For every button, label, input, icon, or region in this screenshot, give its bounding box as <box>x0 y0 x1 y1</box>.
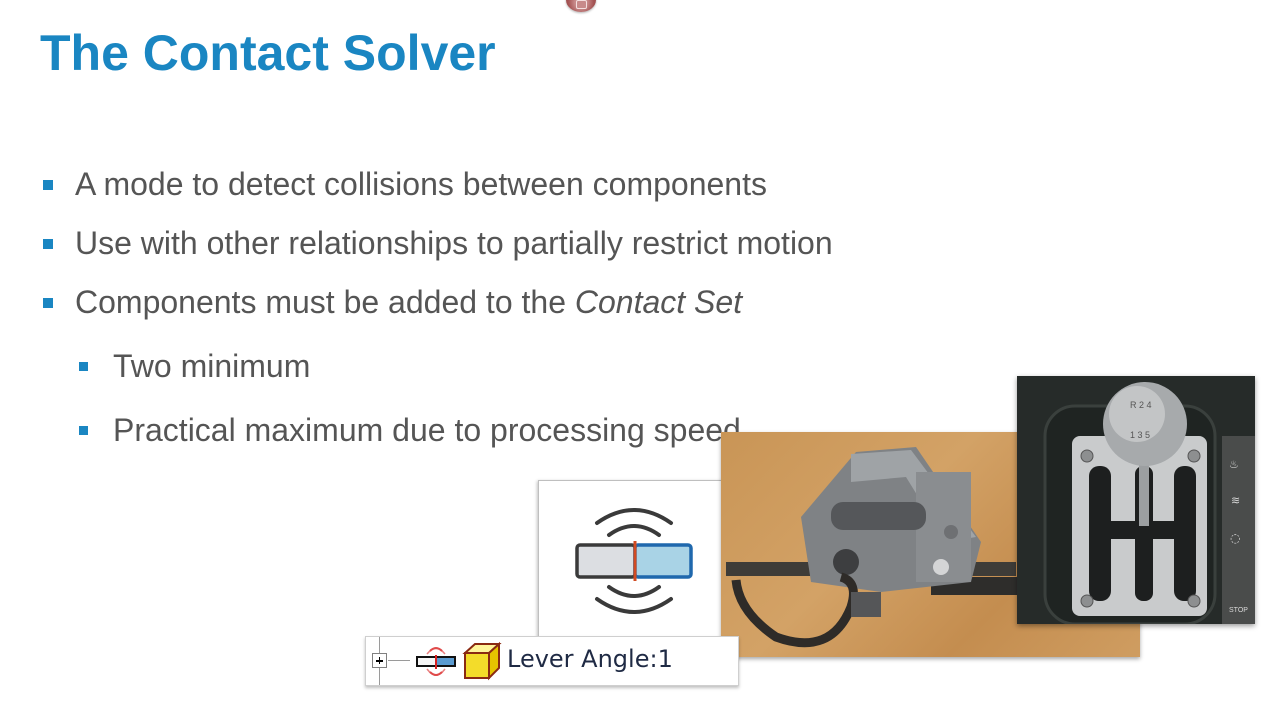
svg-text:◌: ◌ <box>1230 531 1240 545</box>
plus-expander-icon[interactable] <box>372 653 387 668</box>
svg-text:1 3 5: 1 3 5 <box>1130 430 1150 440</box>
sub-bullet-item: Two minimum <box>79 348 310 385</box>
svg-text:≋: ≋ <box>1231 494 1240 507</box>
svg-text:R 2 4: R 2 4 <box>1130 400 1152 410</box>
part-cube-icon <box>462 641 502 681</box>
bullet-marker <box>79 362 88 371</box>
bullet-text: A mode to detect collisions between comp… <box>75 166 767 202</box>
bullet-marker <box>79 426 88 435</box>
browser-tree-row[interactable]: Lever Angle:1 <box>365 636 739 686</box>
bullet-marker <box>43 179 53 190</box>
gear-shifter-photo: R 2 4 1 3 5 ♨ ≋ ◌ STOP <box>1017 376 1255 624</box>
bullet-item: A mode to detect collisions between comp… <box>43 166 767 203</box>
bullet-text-italic: Contact Set <box>574 284 743 320</box>
slide-title: The Contact Solver <box>40 25 496 81</box>
contact-solver-icon <box>575 508 693 614</box>
record-icon <box>566 0 596 12</box>
bullet-marker <box>43 238 53 249</box>
svg-text:♨: ♨ <box>1229 458 1239 471</box>
bullet-item: Use with other relationships to partiall… <box>43 225 833 262</box>
bullet-text: Components must be added to the <box>75 284 575 320</box>
sub-bullet-item: Practical maximum due to processing spee… <box>79 412 741 449</box>
bullet-marker <box>43 297 53 308</box>
bullet-text: Use with other relationships to partiall… <box>75 225 833 261</box>
contact-solver-icon-card <box>538 480 732 637</box>
contact-set-icon <box>416 647 456 676</box>
bullet-text: Two minimum <box>113 348 311 384</box>
tree-connector <box>388 660 410 661</box>
bullet-item: Components must be added to the Contact … <box>43 284 742 321</box>
stop-label: STOP <box>1229 607 1248 614</box>
tree-item-label: Lever Angle:1 <box>507 645 673 673</box>
bullet-text: Practical maximum due to processing spee… <box>113 412 741 448</box>
